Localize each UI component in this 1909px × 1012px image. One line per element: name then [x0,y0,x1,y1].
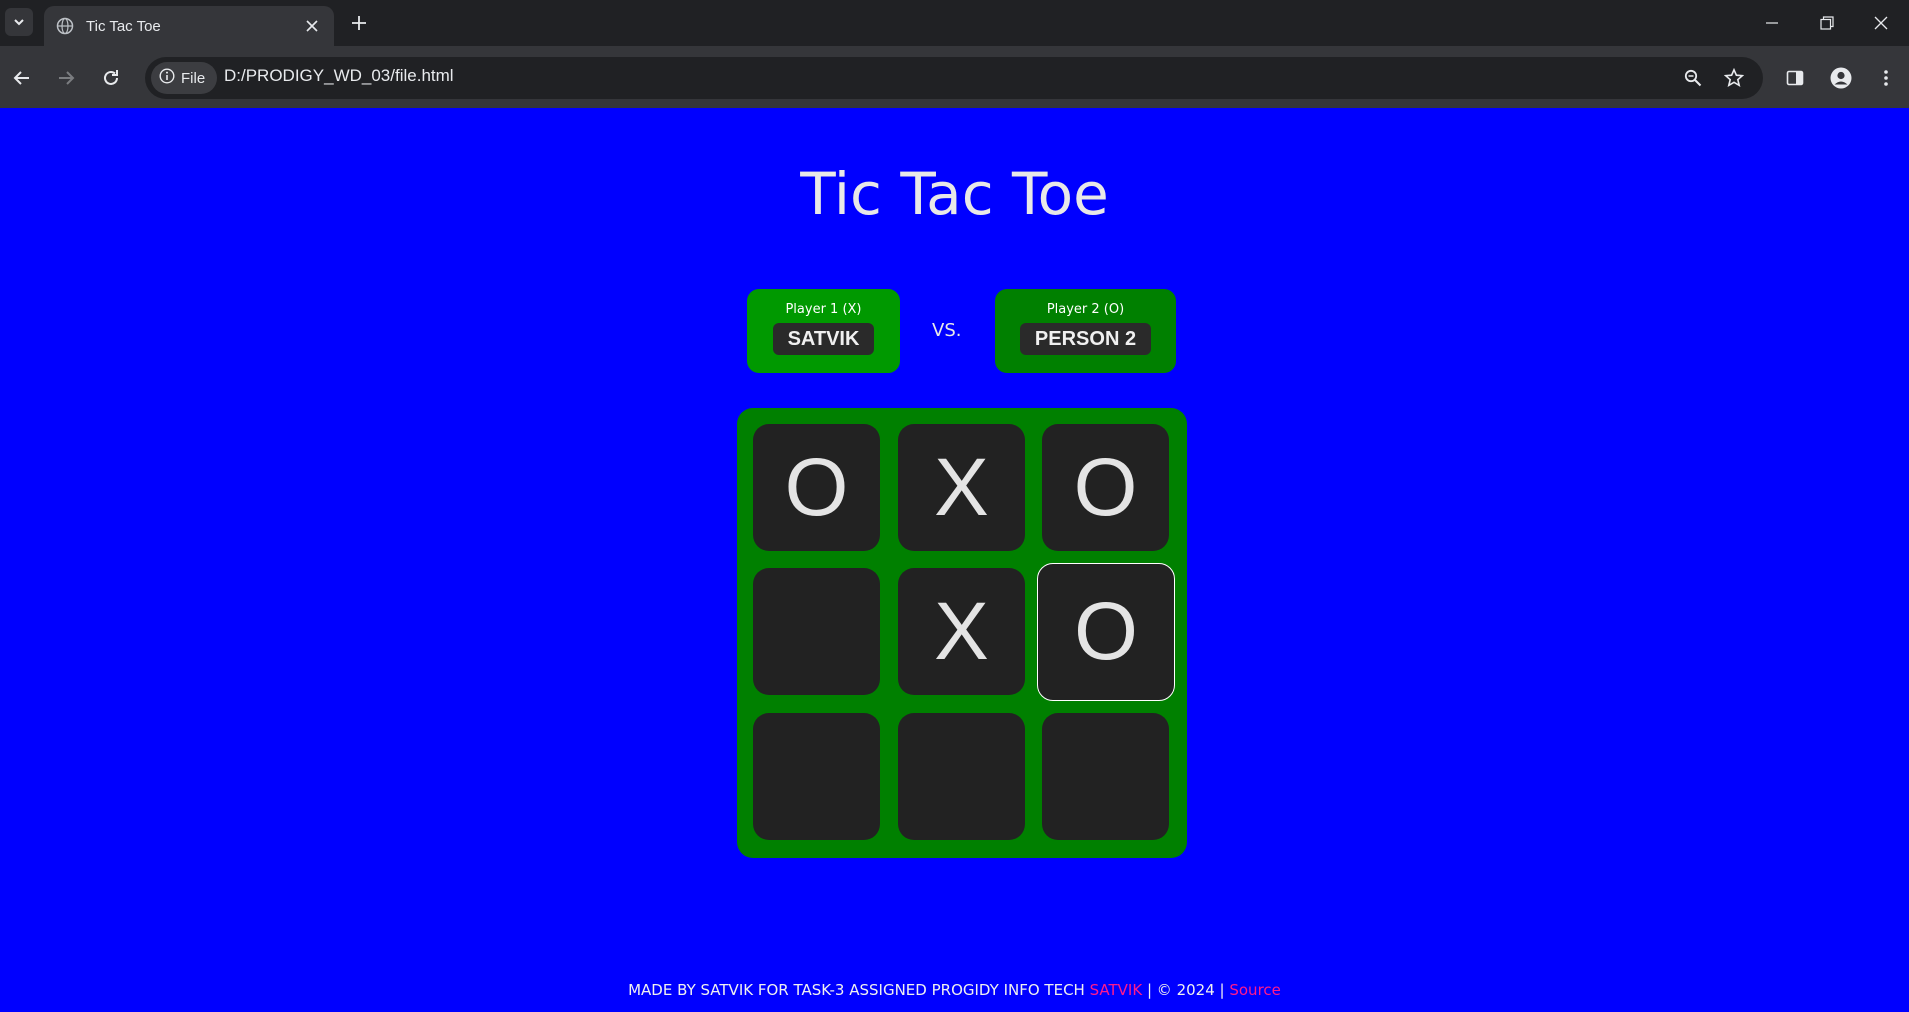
tab-strip: Tic Tac Toe [0,0,1909,46]
board-cell-7[interactable] [753,713,880,840]
player2-name: PERSON 2 [1019,323,1152,355]
window-close-icon[interactable] [1853,0,1909,46]
board-cell-8[interactable] [898,713,1025,840]
reload-icon[interactable] [95,62,127,94]
file-chip-label: File [181,69,206,87]
url-text[interactable]: D:/PRODIGY_WD_03/file.html [224,66,454,86]
player1-label: Player 1 (X) [785,302,862,317]
versus-label: VS. [932,320,962,341]
back-icon[interactable] [6,62,38,94]
info-icon [159,68,175,88]
footer: MADE BY SATVIK FOR TASK-3 ASSIGNED PROGI… [0,981,1909,999]
player2-card: Player 2 (O) PERSON 2 [995,289,1176,373]
footer-text: MADE BY SATVIK FOR TASK-3 ASSIGNED PROGI… [628,981,1085,999]
board-cell-4[interactable] [753,568,880,695]
board-cell-9[interactable] [1042,713,1169,840]
menu-icon[interactable] [1870,62,1902,94]
board-cell-5[interactable]: X [898,568,1025,695]
game-board: O X O X O [737,408,1187,858]
zoom-icon[interactable] [1677,62,1709,94]
side-panel-icon[interactable] [1779,62,1811,94]
restore-icon[interactable] [1799,0,1855,46]
plus-icon[interactable] [346,10,372,36]
profile-icon[interactable] [1825,62,1857,94]
footer-source-link[interactable]: Source [1229,981,1281,999]
minimize-icon[interactable] [1744,0,1800,46]
board-cell-3[interactable]: O [1042,424,1169,551]
footer-copyright: | © 2024 | [1146,981,1225,999]
player1-card: Player 1 (X) SATVIK [747,289,900,373]
page-content: Tic Tac Toe Player 1 (X) SATVIK VS. Play… [0,108,1909,1012]
footer-author-link[interactable]: SATVIK [1090,981,1143,999]
globe-icon [56,17,74,35]
page-title: Tic Tac Toe [800,160,1109,228]
star-icon[interactable] [1718,62,1750,94]
close-icon[interactable] [302,16,322,36]
player2-label: Player 2 (O) [1046,302,1125,317]
tab-search-icon[interactable] [5,8,33,36]
active-tab[interactable]: Tic Tac Toe [44,6,334,46]
player1-name: SATVIK [772,323,875,355]
board-cell-6[interactable]: O [1037,563,1175,701]
board-cell-1[interactable]: O [753,424,880,551]
board-cell-2[interactable]: X [898,424,1025,551]
forward-icon[interactable] [50,62,82,94]
site-info-chip[interactable]: File [151,62,218,94]
tab-title: Tic Tac Toe [86,17,161,35]
